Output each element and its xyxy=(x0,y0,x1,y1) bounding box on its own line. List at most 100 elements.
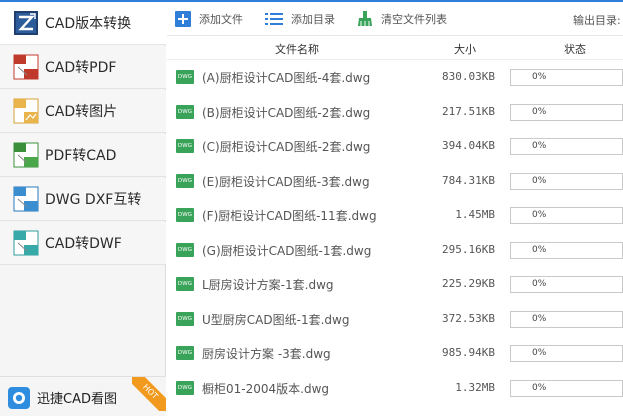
add-folder-button[interactable]: 添加目录 xyxy=(265,9,335,29)
sidebar-item-label: CAD转图片 xyxy=(45,104,118,120)
file-size: 217.51KB xyxy=(442,104,495,118)
progress-bar: 0% xyxy=(510,241,623,259)
sidebar-item-label: PDF转CAD xyxy=(45,148,117,164)
sidebar-item-label: CAD转DWF xyxy=(45,236,122,252)
dwg-file-icon: DWG xyxy=(176,139,194,153)
dwg-file-icon: DWG xyxy=(176,173,194,188)
clear-list-label: 清空文件列表 xyxy=(381,13,447,26)
add-file-button[interactable]: 添加文件 xyxy=(175,9,243,29)
progress-bar: 0% xyxy=(510,276,623,293)
progress-bar: 0% xyxy=(510,103,623,121)
file-table-header: 文件名称 大小 状态 xyxy=(167,36,623,60)
dwg-file-icon: DWG xyxy=(176,242,194,257)
progress-text: 0% xyxy=(532,106,547,117)
column-header-name: 文件名称 xyxy=(275,43,319,56)
file-name: U型厨房CAD图纸-1套.dwg xyxy=(202,312,350,327)
dwg-file-icon: DWG xyxy=(176,70,194,84)
add-folder-label: 添加目录 xyxy=(291,13,335,26)
progress-text: 0% xyxy=(532,348,547,358)
sidebar-item-label: CAD转PDF xyxy=(45,60,117,76)
file-name: (A)厨柜设计CAD图纸-4套.dwg xyxy=(202,71,371,85)
dwg-file-icon: DWG xyxy=(176,311,194,326)
pdf-to-cad-icon xyxy=(13,142,39,168)
table-row[interactable]: DWG (F)厨柜设计CAD图纸-11套.dwg 1.45MB 0% xyxy=(167,198,623,233)
dwg-file-icon: DWG xyxy=(176,380,194,395)
table-row[interactable]: DWG (C)厨柜设计CAD图纸-2套.dwg 394.04KB 0% xyxy=(167,129,623,164)
table-row[interactable]: DWG L厨房设计方案-1套.dwg 225.29KB 0% xyxy=(167,267,623,302)
list-icon xyxy=(265,11,283,27)
progress-text: 0% xyxy=(532,279,547,289)
table-row[interactable]: DWG U型厨房CAD图纸-1套.dwg 372.53KB 0% xyxy=(167,302,623,337)
file-name: 厨房设计方案 -3套.dwg xyxy=(202,347,331,361)
cad-converter-window: CAD版本转换 CAD转PDF CAD转图片 PDF转CAD DWG DXF互转… xyxy=(0,0,623,416)
sidebar-item-pdf-to-cad[interactable]: PDF转CAD xyxy=(0,134,166,177)
progress-text: 0% xyxy=(532,175,547,186)
sidebar-item-cad-to-dwf[interactable]: CAD转DWF xyxy=(0,222,166,265)
hot-badge-text: HOT xyxy=(132,377,166,411)
file-size: 985.94KB xyxy=(442,346,495,359)
table-row[interactable]: DWG (E)厨柜设计CAD图纸-3套.dwg 784.31KB 0% xyxy=(167,164,623,199)
file-size: 394.04KB xyxy=(442,139,495,152)
file-name: (B)厨柜设计CAD图纸-2套.dwg xyxy=(202,105,371,120)
table-row[interactable]: DWG 厨房设计方案 -3套.dwg 985.94KB 0% xyxy=(167,336,623,371)
sidebar-item-dwg-dxf-convert[interactable]: DWG DXF互转 xyxy=(0,178,166,221)
cad-viewer-app-icon xyxy=(8,386,30,409)
progress-text: 0% xyxy=(532,382,547,393)
cad-to-dwf-icon xyxy=(13,230,39,256)
dwg-file-icon: DWG xyxy=(176,277,194,291)
cad-to-pdf-icon xyxy=(13,54,39,80)
add-file-label: 添加文件 xyxy=(199,13,243,26)
file-name: (C)厨柜设计CAD图纸-2套.dwg xyxy=(202,140,371,154)
sidebar-item-cad-to-image[interactable]: CAD转图片 xyxy=(0,90,166,133)
progress-bar: 0% xyxy=(510,172,623,190)
dwg-file-icon: DWG xyxy=(176,104,194,119)
broom-icon xyxy=(357,11,373,27)
plus-icon xyxy=(175,11,191,27)
file-size: 830.03KB xyxy=(442,70,495,83)
progress-bar: 0% xyxy=(510,345,623,362)
table-row[interactable]: DWG (G)厨柜设计CAD图纸-1套.dwg 295.16KB 0% xyxy=(167,233,623,268)
table-row[interactable]: DWG 橱柜01-2004版本.dwg 1.32MB 0% xyxy=(167,371,623,406)
cad-to-image-icon xyxy=(13,98,39,124)
file-name: (F)厨柜设计CAD图纸-11套.dwg xyxy=(202,209,377,223)
dwg-dxf-convert-icon xyxy=(13,186,39,212)
file-name: (E)厨柜设计CAD图纸-3套.dwg xyxy=(202,174,370,189)
cad-version-convert-icon xyxy=(13,10,39,36)
dwg-file-icon: DWG xyxy=(176,346,194,360)
progress-bar: 0% xyxy=(510,69,623,86)
sidebar: CAD版本转换 CAD转PDF CAD转图片 PDF转CAD DWG DXF互转… xyxy=(0,2,166,416)
progress-bar: 0% xyxy=(510,138,623,155)
file-name: (G)厨柜设计CAD图纸-1套.dwg xyxy=(202,243,372,258)
table-row[interactable]: DWG (A)厨柜设计CAD图纸-4套.dwg 830.03KB 0% xyxy=(167,60,623,95)
sidebar-item-label: DWG DXF互转 xyxy=(45,192,142,208)
progress-bar: 0% xyxy=(510,379,623,397)
table-row[interactable]: DWG (B)厨柜设计CAD图纸-2套.dwg 217.51KB 0% xyxy=(167,95,623,130)
progress-bar: 0% xyxy=(510,310,623,328)
file-size: 1.32MB xyxy=(455,380,495,394)
toolbar: 添加文件 添加目录 清空文件列表 输出目录: xyxy=(167,2,623,36)
file-name: 橱柜01-2004版本.dwg xyxy=(202,381,330,396)
file-size: 295.16KB xyxy=(442,242,495,256)
file-size: 225.29KB xyxy=(442,277,495,290)
file-size: 372.53KB xyxy=(442,311,495,325)
progress-text: 0% xyxy=(532,244,547,255)
hot-badge: HOT xyxy=(132,377,166,411)
progress-text: 0% xyxy=(532,210,547,220)
cad-viewer-app-label: 迅捷CAD看图 xyxy=(37,392,117,407)
file-name: L厨房设计方案-1套.dwg xyxy=(202,278,334,292)
progress-text: 0% xyxy=(532,141,547,151)
clear-list-button[interactable]: 清空文件列表 xyxy=(357,9,447,29)
sidebar-item-label: CAD版本转换 xyxy=(45,16,132,32)
file-table-body: DWG (A)厨柜设计CAD图纸-4套.dwg 830.03KB 0% DWG … xyxy=(167,60,623,416)
column-header-size: 大小 xyxy=(454,43,476,56)
sidebar-item-cad-version-convert[interactable]: CAD版本转换 xyxy=(0,2,166,45)
progress-text: 0% xyxy=(532,313,547,324)
output-dir-label: 输出目录: xyxy=(573,14,621,27)
cad-viewer-app-link[interactable]: 迅捷CAD看图 HOT xyxy=(0,376,166,416)
file-size: 784.31KB xyxy=(442,173,495,187)
column-header-status: 状态 xyxy=(564,43,586,56)
sidebar-item-cad-to-pdf[interactable]: CAD转PDF xyxy=(0,46,166,89)
file-size: 1.45MB xyxy=(455,208,495,221)
dwg-file-icon: DWG xyxy=(176,208,194,222)
progress-bar: 0% xyxy=(510,207,623,224)
